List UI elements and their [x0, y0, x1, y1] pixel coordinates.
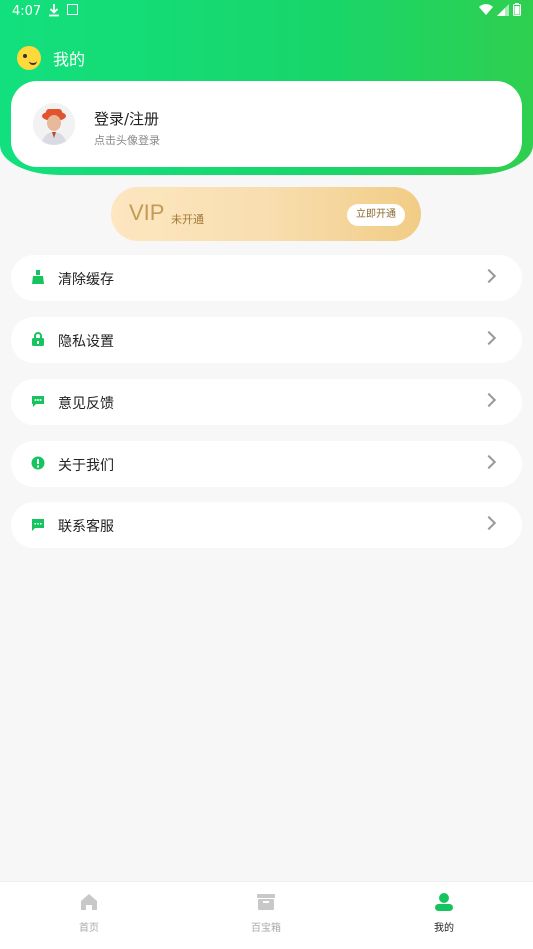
- page-title: 我的: [53, 50, 86, 69]
- battery-icon: [513, 3, 521, 16]
- notification-icon: [67, 4, 78, 15]
- broom-icon: [32, 270, 44, 284]
- chevron-right-icon: [481, 268, 497, 284]
- chevron-right-icon: [481, 392, 497, 408]
- wifi-icon: [479, 3, 493, 15]
- download-icon: [48, 3, 60, 21]
- home-icon: [81, 894, 97, 910]
- menu-item-label: 隐私设置: [58, 334, 114, 350]
- user-icon: [435, 893, 453, 911]
- vip-status: 未开通: [171, 213, 204, 226]
- menu-item-clear-cache[interactable]: 清除缓存: [11, 255, 522, 301]
- menu-item-customer-service[interactable]: 联系客服: [11, 502, 522, 548]
- login-register-link[interactable]: 登录/注册: [94, 108, 159, 129]
- vip-activate-button[interactable]: 立即开通: [347, 204, 405, 226]
- emoji-face-icon: [17, 46, 41, 70]
- avatar[interactable]: [33, 103, 75, 145]
- tab-label: 首页: [79, 923, 99, 934]
- tab-label: 我的: [434, 923, 454, 934]
- login-hint: 点击头像登录: [94, 134, 160, 147]
- menu-item-feedback[interactable]: 意见反馈: [11, 379, 522, 425]
- signal-icon: [497, 3, 509, 16]
- menu-item-label: 清除缓存: [58, 272, 114, 288]
- vip-label: VIP: [129, 200, 165, 225]
- menu-item-label: 联系客服: [58, 519, 114, 535]
- bottom-nav: 首页 百宝箱 我的: [0, 881, 533, 949]
- page-header: 我的: [17, 46, 85, 70]
- status-icons: [479, 3, 521, 16]
- vip-banner[interactable]: VIP 未开通 立即开通: [111, 187, 421, 241]
- lock-icon: [32, 332, 44, 346]
- info-icon: [31, 456, 45, 470]
- menu-item-label: 关于我们: [58, 458, 114, 474]
- tab-toolbox[interactable]: 百宝箱: [206, 892, 326, 934]
- chat-icon: [32, 519, 44, 531]
- status-bar: 4:07: [0, 0, 533, 24]
- tab-mine[interactable]: 我的: [384, 892, 504, 934]
- message-icon: [32, 396, 44, 407]
- menu-item-privacy[interactable]: 隐私设置: [11, 317, 522, 363]
- chevron-right-icon: [481, 454, 497, 470]
- box-icon: [257, 894, 275, 910]
- profile-card[interactable]: 登录/注册 点击头像登录: [11, 81, 522, 167]
- tab-home[interactable]: 首页: [29, 892, 149, 934]
- menu-item-about[interactable]: 关于我们: [11, 441, 522, 487]
- menu-item-label: 意见反馈: [58, 396, 114, 412]
- chevron-right-icon: [481, 330, 497, 346]
- status-time: 4:07: [12, 4, 42, 19]
- chevron-right-icon: [481, 515, 497, 531]
- tab-label: 百宝箱: [251, 923, 281, 934]
